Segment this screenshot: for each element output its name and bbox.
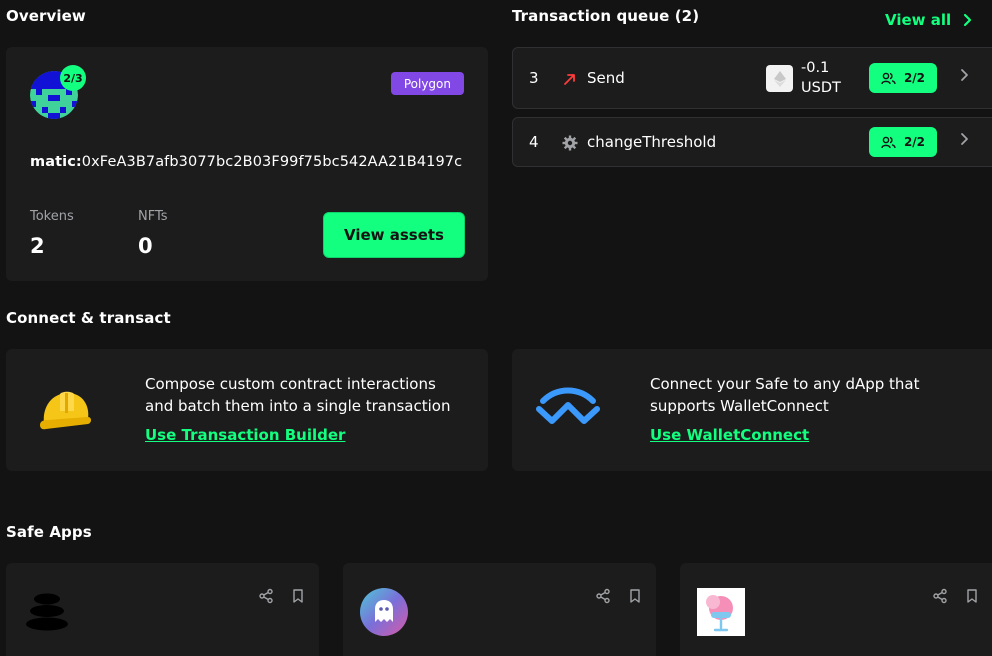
tx-amount-token: USDT — [801, 80, 841, 96]
address-prefix: matic: — [30, 154, 82, 170]
share-icon[interactable] — [595, 588, 611, 604]
share-icon[interactable] — [932, 588, 948, 604]
tx-type: changeThreshold — [587, 133, 717, 151]
queue-item-send[interactable]: 3 Send -0.1 USDT 2/2 — [512, 47, 992, 109]
hard-hat-icon — [40, 391, 91, 430]
owners-icon — [881, 72, 896, 84]
bookmark-icon[interactable] — [627, 588, 643, 604]
queue-item-change-threshold[interactable]: 4 changeThreshold 2/2 — [512, 117, 992, 167]
ghost-logo-icon — [360, 588, 408, 636]
walletconnect-text-line: Connect your Safe to any dApp that — [650, 375, 920, 393]
walletconnect-icon — [536, 387, 600, 424]
tx-type: Send — [587, 69, 625, 87]
chevron-right-icon — [964, 13, 972, 27]
gear-icon — [562, 135, 578, 151]
safe-app-card[interactable] — [343, 563, 656, 656]
confirmations-count: 2/2 — [903, 71, 926, 85]
view-all-label: View all — [885, 11, 952, 29]
safe-app-card[interactable] — [680, 563, 992, 656]
tokens-count: 2 — [30, 234, 45, 258]
builder-text-line: and batch them into a single transaction — [145, 397, 451, 415]
safe-avatar[interactable]: 2/3 — [30, 65, 86, 119]
use-transaction-builder-link[interactable]: Use Transaction Builder — [145, 426, 345, 444]
owners-icon — [881, 136, 896, 148]
chevron-right-icon[interactable] — [958, 68, 970, 82]
chevron-right-icon[interactable] — [958, 132, 970, 146]
nfts-label: NFTs — [138, 209, 168, 224]
arrow-outgoing-icon — [564, 74, 575, 85]
view-all-link[interactable]: View all — [885, 10, 973, 30]
overview-card: 2/3 Polygon matic:0xFeA3B7afb3077bc2B03F… — [6, 47, 488, 281]
builder-description: Compose custom contract interactions and… — [145, 373, 450, 417]
share-icon[interactable] — [258, 588, 274, 604]
app-logo-icon — [26, 593, 68, 631]
bookmark-icon[interactable] — [964, 588, 980, 604]
queue-title: Transaction queue (2) — [512, 7, 700, 25]
view-assets-button[interactable]: View assets — [323, 212, 465, 258]
safe-app-card[interactable] — [6, 563, 319, 656]
bookmark-icon[interactable] — [290, 588, 306, 604]
network-chip: Polygon — [390, 72, 464, 95]
nfts-count: 0 — [138, 234, 153, 258]
walletconnect-text-line: supports WalletConnect — [650, 397, 829, 415]
app-logo-icon — [697, 588, 745, 636]
use-walletconnect-link[interactable]: Use WalletConnect — [650, 426, 809, 444]
address-value: 0xFeA3B7afb3077bc2B03F99f75bc542AA21B419… — [81, 154, 463, 170]
threshold-badge: 2/3 — [60, 65, 86, 91]
walletconnect-card: Connect your Safe to any dApp that suppo… — [512, 349, 992, 471]
ethereum-icon — [773, 70, 786, 87]
builder-text-line: Compose custom contract interactions — [145, 375, 436, 393]
safe-address[interactable]: matic:0xFeA3B7afb3077bc2B03F99f75bc542AA… — [30, 154, 462, 170]
tx-nonce: 3 — [529, 69, 539, 87]
tx-amount: -0.1 USDT — [801, 58, 841, 98]
confirmations-badge: 2/2 — [869, 63, 937, 93]
walletconnect-description: Connect your Safe to any dApp that suppo… — [650, 373, 920, 417]
overview-title: Overview — [6, 7, 86, 25]
transaction-builder-card: Compose custom contract interactions and… — [6, 349, 488, 471]
tx-nonce: 4 — [529, 133, 539, 151]
token-icon — [766, 65, 793, 92]
connect-title: Connect & transact — [6, 309, 171, 327]
confirmations-count: 2/2 — [903, 135, 926, 149]
tx-amount-value: -0.1 — [801, 60, 830, 76]
confirmations-badge: 2/2 — [869, 127, 937, 157]
tokens-label: Tokens — [30, 209, 74, 224]
safe-apps-title: Safe Apps — [6, 523, 92, 541]
